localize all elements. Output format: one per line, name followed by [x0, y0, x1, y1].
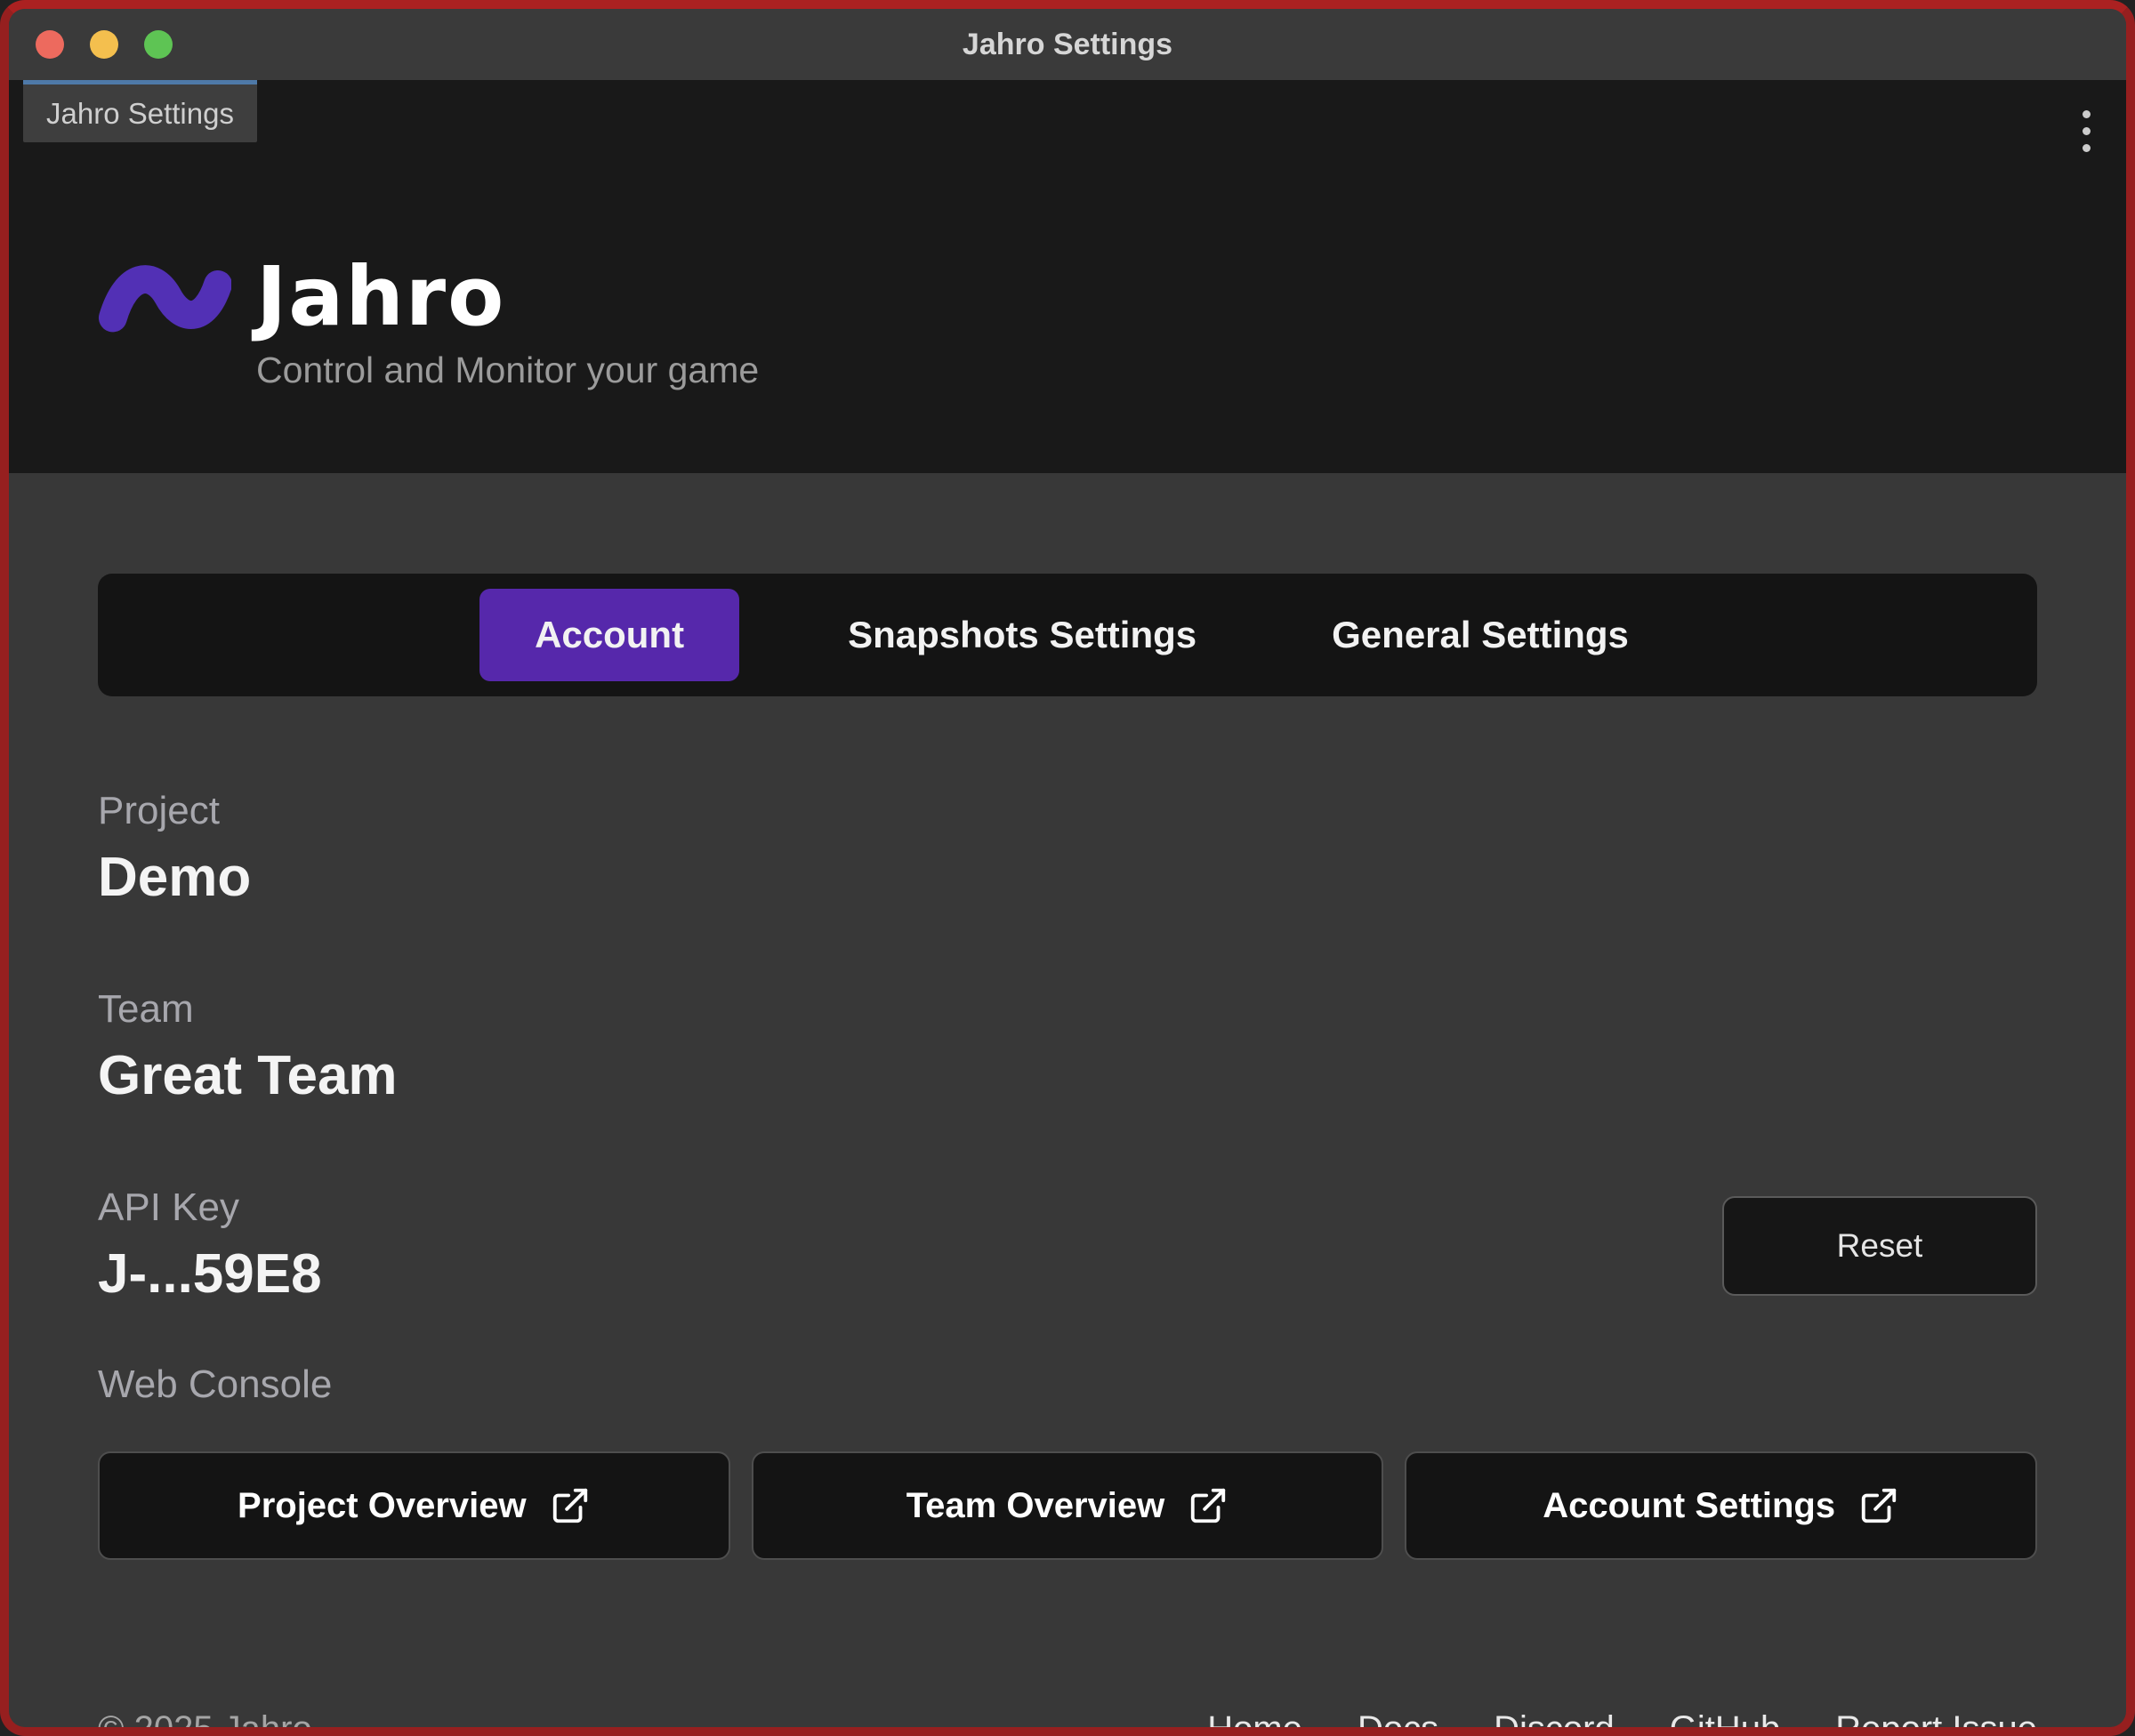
- tab-jahro-settings[interactable]: Jahro Settings: [23, 80, 257, 142]
- header-panel: Jahro Settings Jahro Control and Monitor…: [9, 80, 2126, 473]
- team-section: Team Great Team: [98, 987, 2037, 1107]
- tab-snapshots-settings[interactable]: Snapshots Settings: [821, 589, 1223, 681]
- close-window-button[interactable]: [36, 30, 64, 59]
- jahro-squiggle-logo-icon: [98, 264, 231, 332]
- minimize-window-button[interactable]: [90, 30, 118, 59]
- tab-general-settings[interactable]: General Settings: [1305, 589, 1656, 681]
- footer-link-home[interactable]: Home: [1207, 1709, 1302, 1727]
- brand-name: Jahro: [256, 249, 506, 344]
- team-overview-button[interactable]: Team Overview: [751, 1451, 1384, 1560]
- project-value: Demo: [98, 847, 252, 908]
- editor-tab-label: Jahro Settings: [46, 96, 234, 130]
- settings-tab-bar: Account Snapshots Settings General Setti…: [98, 574, 2037, 696]
- jahro-settings-window: Jahro Settings Jahro Settings Jahro Cont…: [0, 0, 2135, 1736]
- web-console-section: Web Console: [98, 1362, 2037, 1407]
- copyright-text: © 2025 Jahro: [98, 1709, 312, 1736]
- api-key-value: J-...59E8: [98, 1243, 322, 1305]
- footer-link-report-issue[interactable]: Report Issue: [1835, 1709, 2037, 1727]
- external-link-icon: [1191, 1488, 1226, 1523]
- api-key-label: API Key: [98, 1185, 239, 1229]
- window-title: Jahro Settings: [962, 27, 1173, 61]
- footer-links: Home Docs Discord GitHub Report Issue: [1207, 1709, 2037, 1727]
- web-console-label: Web Console: [98, 1362, 333, 1406]
- footer: © 2025 Jahro Home Docs Discord GitHub Re…: [98, 1709, 2037, 1736]
- account-settings-button-label: Account Settings: [1543, 1485, 1836, 1525]
- project-label: Project: [98, 789, 220, 832]
- web-console-buttons: Project Overview Team Overview Account S…: [98, 1451, 2037, 1560]
- brand-subtitle: Control and Monitor your game: [256, 350, 760, 390]
- footer-link-github[interactable]: GitHub: [1670, 1709, 1781, 1727]
- kebab-menu-icon[interactable]: [2077, 105, 2096, 157]
- team-overview-button-label: Team Overview: [906, 1485, 1165, 1525]
- team-value: Great Team: [98, 1045, 398, 1106]
- editor-tab-strip: Jahro Settings: [9, 80, 2126, 152]
- account-settings-button[interactable]: Account Settings: [1405, 1451, 2037, 1560]
- main-content: Account Snapshots Settings General Setti…: [9, 574, 2126, 1736]
- external-link-icon: [552, 1488, 587, 1523]
- brand-block: Jahro Control and Monitor your game: [9, 144, 2126, 391]
- project-overview-button[interactable]: Project Overview: [98, 1451, 730, 1560]
- footer-link-docs[interactable]: Docs: [1358, 1709, 1438, 1727]
- project-overview-button-label: Project Overview: [238, 1485, 527, 1525]
- api-key-block: API Key J-...59E8: [98, 1185, 322, 1306]
- zoom-window-button[interactable]: [144, 30, 173, 59]
- project-section: Project Demo: [98, 789, 2037, 909]
- footer-link-discord[interactable]: Discord: [1494, 1709, 1615, 1727]
- team-label: Team: [98, 987, 194, 1031]
- window-controls: [36, 9, 173, 80]
- tab-account[interactable]: Account: [479, 589, 740, 681]
- external-link-icon: [1861, 1488, 1897, 1523]
- reset-api-key-button[interactable]: Reset: [1722, 1195, 2037, 1296]
- titlebar: Jahro Settings: [9, 9, 2126, 80]
- api-key-section: API Key J-...59E8 Reset: [98, 1185, 2037, 1306]
